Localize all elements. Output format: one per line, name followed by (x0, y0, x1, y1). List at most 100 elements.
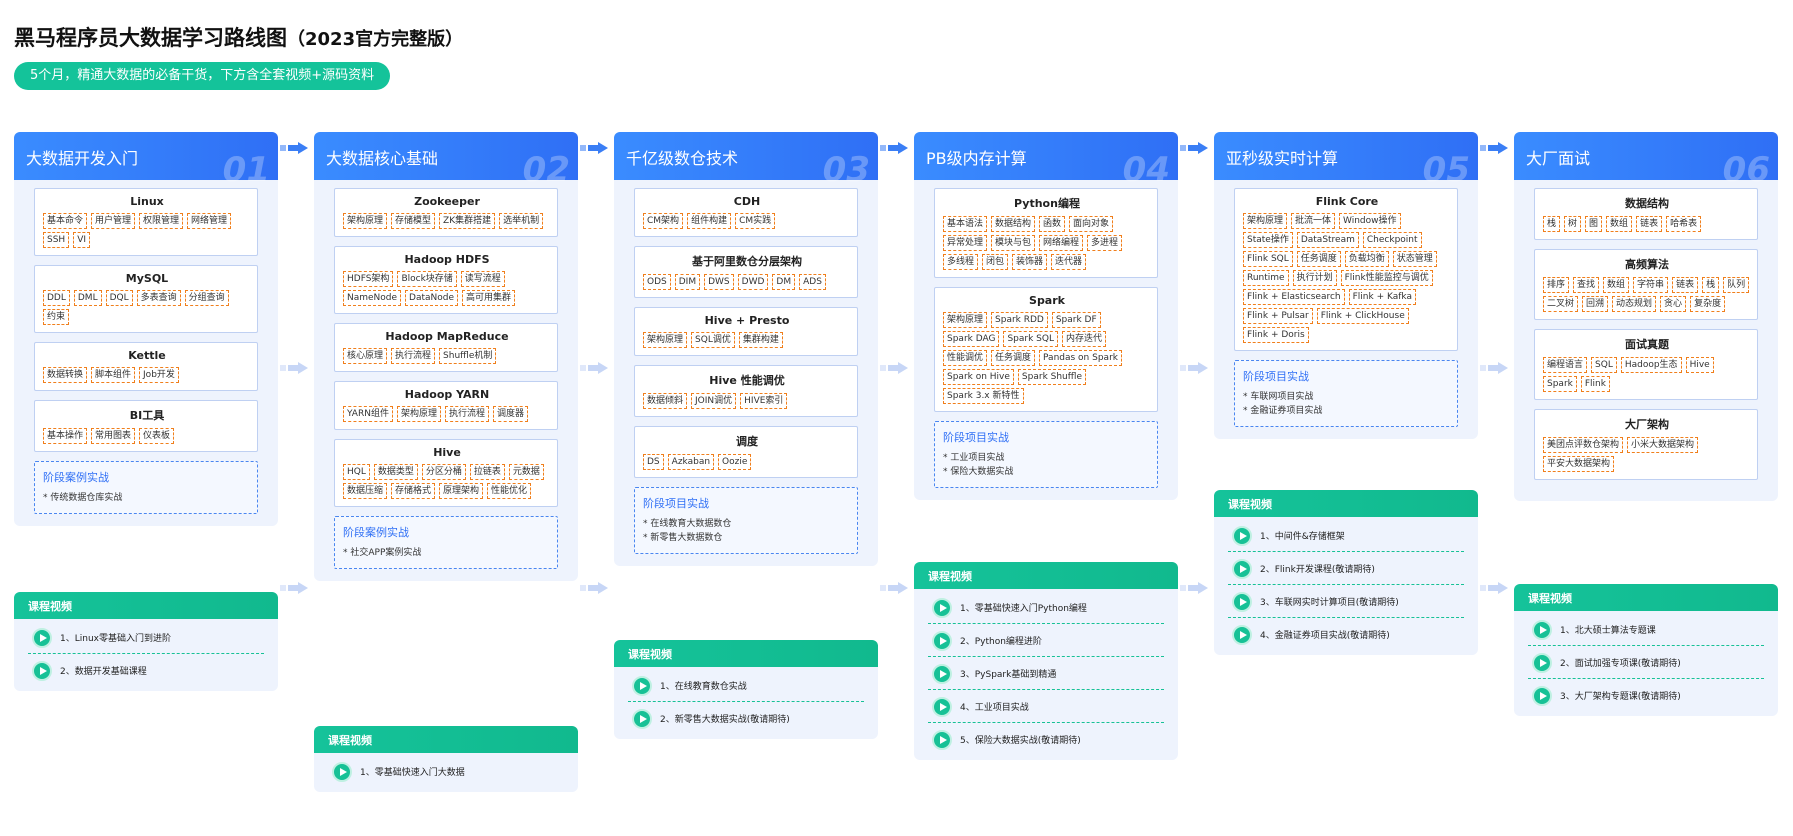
module-tags: 基本命令 用户管理 权限管理 网络管理 SSH VI (43, 213, 251, 248)
video-item[interactable]: 1、北大硕士算法专题课 (1528, 613, 1764, 646)
topic-tag: 架构原理 (643, 332, 688, 348)
topic-tag: 数据倾斜 (643, 393, 688, 409)
video-label[interactable]: 2、Python编程进阶 (960, 634, 1042, 647)
play-icon[interactable] (1232, 625, 1252, 645)
module-tags: 栈树图数组 链表 哈希表 (1543, 216, 1751, 232)
video-label[interactable]: 2、数据开发基础课程 (60, 664, 147, 677)
play-icon[interactable] (932, 697, 952, 717)
video-item[interactable]: 1、在线教育数仓实战 (628, 669, 864, 702)
video-label[interactable]: 4、金融证券项目实战(敬请期待) (1260, 628, 1390, 641)
play-icon[interactable] (332, 762, 352, 782)
video-label[interactable]: 1、零基础快速入门大数据 (360, 765, 465, 778)
topic-tag: ADS (799, 274, 826, 290)
project-title: 阶段案例实战 (43, 471, 109, 484)
play-icon[interactable] (1532, 653, 1552, 673)
topic-tag: 性能优化 (487, 483, 532, 499)
faint-arrow-icon (1180, 582, 1208, 594)
video-item[interactable]: 2、Python编程进阶 (928, 624, 1164, 657)
module-tags: 排序 查找 数组 字符串 链表栈队列 二叉树 回溯 动态规划 贪心 复杂度 (1543, 277, 1751, 312)
play-icon[interactable] (1232, 592, 1252, 612)
play-icon[interactable] (632, 709, 652, 729)
play-icon[interactable] (632, 676, 652, 696)
play-icon[interactable] (932, 664, 952, 684)
topic-tag: 哈希表 (1666, 216, 1702, 232)
video-item[interactable]: 4、金融证券项目实战(敬请期待) (1228, 618, 1464, 651)
topic-tag: 多表查询 (136, 290, 181, 306)
video-label[interactable]: 2、面试加强专项课(敬请期待) (1560, 656, 1681, 669)
module-title: MySQL (125, 272, 169, 285)
module-card: 调度 DS Azkaban Oozie (634, 426, 858, 478)
video-item[interactable]: 1、零基础快速入门大数据 (328, 755, 564, 788)
video-label[interactable]: 3、车联网实时计算项目(敬请期待) (1260, 595, 1399, 608)
arrow-icon (880, 142, 908, 154)
topic-tag: DWS (704, 274, 734, 290)
stage-header: 千亿级数仓技术 03 (614, 132, 878, 190)
topic-tag: Flink + Kafka (1348, 289, 1416, 305)
topic-tag: 数组 (1606, 216, 1633, 232)
video-list: 1、Linux零基础入门到进阶 2、数据开发基础课程 (14, 619, 278, 691)
video-item[interactable]: 2、新零售大数据实战(敬请期待) (628, 702, 864, 735)
video-header: 课程视频 (314, 726, 578, 753)
video-label[interactable]: 5、保险大数据实战(敬请期待) (960, 733, 1081, 746)
topic-tag: Oozie (718, 454, 752, 470)
play-icon[interactable] (1232, 559, 1252, 579)
video-list: 1、北大硕士算法专题课 2、面试加强专项课(敬请期待) 3、大厂架构专题课(敬请期待… (1514, 611, 1778, 716)
topic-tag: DataNode (405, 290, 459, 306)
play-icon[interactable] (1532, 686, 1552, 706)
topic-tag: DML (73, 290, 102, 306)
video-list: 1、零基础快速入门大数据 (314, 753, 578, 792)
stage-name: 亚秒级实时计算 (1226, 149, 1339, 168)
play-icon[interactable] (1232, 526, 1252, 546)
video-label[interactable]: 1、在线教育数仓实战 (660, 679, 747, 692)
video-label[interactable]: 1、中间件&存储框架 (1260, 529, 1345, 542)
faint-arrow-icon (280, 582, 308, 594)
video-item[interactable]: 3、大厂架构专题课(敬请期待) (1528, 679, 1764, 712)
video-label[interactable]: 4、工业项目实战 (960, 700, 1029, 713)
project-item: * 金融证券项目实战 (1243, 406, 1323, 416)
video-label[interactable]: 1、零基础快速入门Python编程 (960, 601, 1087, 614)
module-title: Hadoop YARN (404, 388, 490, 401)
topic-tag: 状态管理 (1392, 251, 1437, 267)
video-item[interactable]: 3、车联网实时计算项目(敬请期待) (1228, 585, 1464, 618)
stage-card: 大厂面试 06 数据结构栈树图数组 链表 哈希表 高频算法 排序 查找 数组 字符串 链表栈队列 二叉… (1514, 132, 1778, 501)
module-card: Hive 性能调优 数据倾斜 JOIN调优 HIVE索引 (634, 365, 858, 417)
topic-tag: Flink + ClickHouse (1316, 308, 1409, 324)
play-icon[interactable] (32, 628, 52, 648)
video-item[interactable]: 4、工业项目实战 (928, 690, 1164, 723)
video-label[interactable]: 2、新零售大数据实战(敬请期待) (660, 712, 790, 725)
play-icon[interactable] (32, 661, 52, 681)
play-icon[interactable] (932, 598, 952, 618)
play-icon[interactable] (1532, 620, 1552, 640)
video-item[interactable]: 2、面试加强专项课(敬请期待) (1528, 646, 1764, 679)
video-item[interactable]: 2、Flink开发课程(敬请期待) (1228, 552, 1464, 585)
video-item[interactable]: 1、中间件&存储框架 (1228, 519, 1464, 552)
stage-card: 千亿级数仓技术 03 CDH CM架构 组件构建 CM实践 基于阿里数仓分层架构 ODS DIM… (614, 132, 878, 566)
video-item[interactable]: 5、保险大数据实战(敬请期待) (928, 723, 1164, 756)
video-label[interactable]: 3、PySpark基础到精通 (960, 667, 1056, 680)
video-item[interactable]: 2、数据开发基础课程 (28, 654, 264, 687)
module-card: Hive + Presto 架构原理 SQL调优 集群构建 (634, 307, 858, 356)
video-item[interactable]: 1、Linux零基础入门到进阶 (28, 621, 264, 654)
topic-tag: Runtime (1243, 270, 1289, 286)
video-label[interactable]: 1、Linux零基础入门到进阶 (60, 631, 171, 644)
module-title: Linux (130, 195, 164, 208)
play-icon[interactable] (932, 631, 952, 651)
video-panel: 课程视频 1、Linux零基础入门到进阶 2、数据开发基础课程 (14, 592, 278, 691)
video-label[interactable]: 3、大厂架构专题课(敬请期待) (1560, 689, 1681, 702)
topic-tag: DIM (674, 274, 701, 290)
topic-tag: Spark DF (1051, 312, 1101, 328)
video-item[interactable]: 1、零基础快速入门Python编程 (928, 591, 1164, 624)
module-title: Hive (433, 446, 461, 459)
topic-tag: 平安大数据架构 (1543, 456, 1615, 472)
video-label[interactable]: 2、Flink开发课程(敬请期待) (1260, 562, 1375, 575)
topic-tag: SSH (43, 232, 70, 248)
subtitle-pill: 5个月，精通大数据的必备干货，下方含全套视频+源码资料 (14, 62, 391, 90)
video-label[interactable]: 1、北大硕士算法专题课 (1560, 623, 1656, 636)
topic-tag: 闭包 (982, 254, 1009, 270)
topic-tag: HDFS架构 (343, 271, 394, 287)
module-card: Zookeeper 架构原理 存储模型 ZK集群搭建 选举机制 (334, 188, 558, 237)
video-item[interactable]: 3、PySpark基础到精通 (928, 657, 1164, 690)
topic-tag: HQL (343, 464, 370, 480)
topic-tag: SQL调优 (691, 332, 735, 348)
play-icon[interactable] (932, 730, 952, 750)
